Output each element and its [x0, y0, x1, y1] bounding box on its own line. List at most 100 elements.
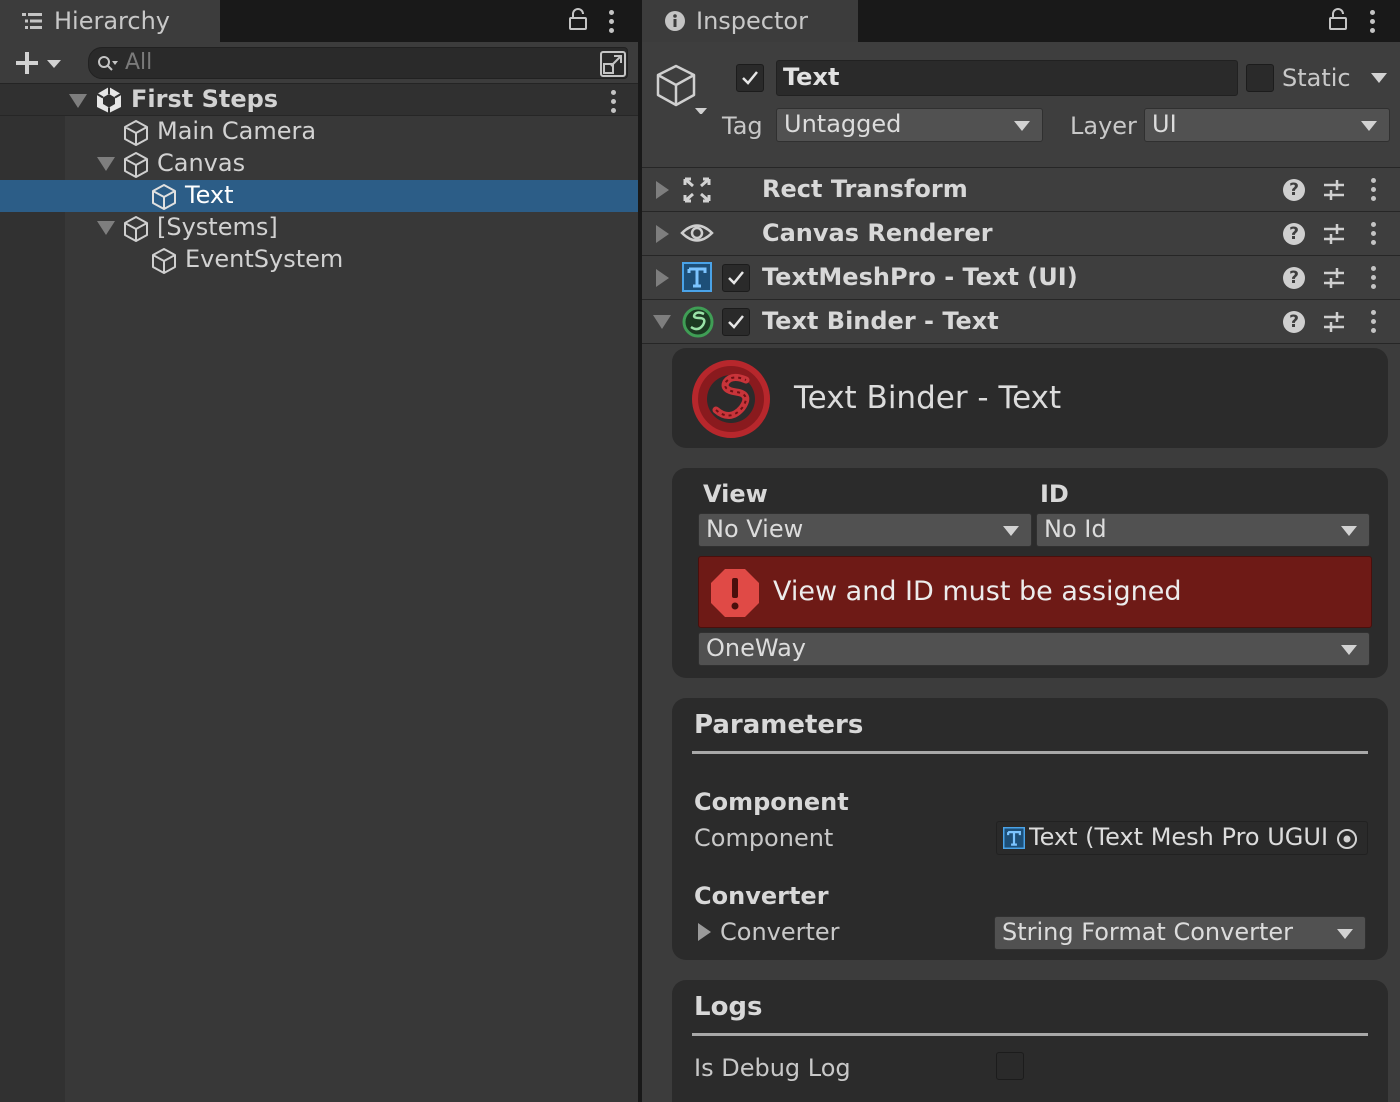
component-menu-icon[interactable]: [1371, 178, 1377, 205]
inspector-tab-label: Inspector: [696, 7, 808, 35]
expand-arrow-icon[interactable]: [97, 221, 115, 235]
tag-dropdown[interactable]: Untagged: [776, 108, 1043, 142]
scene-menu-icon[interactable]: [611, 90, 617, 117]
tree-item-eventsystem[interactable]: EventSystem: [0, 244, 638, 276]
layer-value: UI: [1152, 110, 1177, 138]
scene-name: First Steps: [131, 85, 279, 113]
preset-sliders-icon[interactable]: [1323, 178, 1345, 202]
tree-item-canvas[interactable]: Canvas: [0, 148, 638, 180]
converter-value: String Format Converter: [1002, 918, 1293, 946]
expand-arrow-icon[interactable]: [656, 181, 669, 199]
component-object-field[interactable]: Text (Text Mesh Pro UGUI): [996, 821, 1368, 855]
add-icon[interactable]: [14, 50, 64, 76]
gameobject-cube-icon[interactable]: [654, 62, 710, 114]
converter-dropdown[interactable]: String Format Converter: [994, 916, 1366, 950]
converter-field-label: Converter: [720, 918, 840, 946]
inspector-menu-icon[interactable]: [1370, 10, 1376, 37]
expand-arrow-icon[interactable]: [69, 94, 87, 108]
object-picker-icon[interactable]: [1335, 827, 1359, 851]
expand-arrow-icon[interactable]: [97, 157, 115, 171]
hierarchy-window: Hierarchy All First Steps Main Camera Ca…: [0, 0, 638, 1102]
gameobject-cube-icon: [152, 184, 176, 210]
debug-log-label: Is Debug Log: [694, 1054, 851, 1082]
checkmark-icon: [728, 271, 744, 285]
component-name: Text Binder - Text: [762, 307, 999, 335]
checkmark-icon: [742, 71, 758, 85]
eye-icon: [680, 224, 714, 242]
gameobject-cube-icon: [124, 152, 148, 178]
lock-icon[interactable]: [568, 8, 588, 30]
component-rect-transform[interactable]: Rect Transform ?: [642, 168, 1400, 212]
enabled-checkbox[interactable]: [722, 264, 750, 292]
gameobject-cube-icon: [124, 120, 148, 146]
hierarchy-menu-icon[interactable]: [609, 10, 615, 37]
id-value: No Id: [1044, 515, 1107, 543]
hierarchy-list-icon: [22, 13, 42, 29]
parameters-title: Parameters: [694, 710, 864, 740]
preset-sliders-icon[interactable]: [1323, 266, 1345, 290]
preset-sliders-icon[interactable]: [1323, 310, 1345, 334]
hierarchy-tab[interactable]: Hierarchy: [0, 0, 220, 42]
help-icon[interactable]: ?: [1283, 311, 1305, 333]
tree-item-label: Text: [185, 181, 234, 209]
binder-title: Text Binder - Text: [794, 380, 1062, 416]
error-message: View and ID must be assigned: [773, 576, 1182, 607]
gameobject-cube-icon: [124, 216, 148, 242]
search-placeholder: All: [125, 50, 153, 75]
active-checkbox[interactable]: [736, 64, 764, 92]
converter-header: Converter: [694, 882, 829, 910]
logs-panel: Logs Is Debug Log: [672, 980, 1388, 1102]
enabled-checkbox[interactable]: [722, 308, 750, 336]
hierarchy-search-field[interactable]: All: [88, 47, 628, 79]
view-label: View: [703, 480, 768, 508]
gameobject-cube-icon: [152, 248, 176, 274]
component-menu-icon[interactable]: [1371, 222, 1377, 249]
textmeshpro-icon: [682, 262, 712, 292]
expand-arrow-icon[interactable]: [656, 269, 669, 287]
component-menu-icon[interactable]: [1371, 266, 1377, 293]
view-dropdown[interactable]: No View: [698, 513, 1032, 547]
expand-arrow-icon[interactable]: [698, 923, 711, 941]
tag-value: Untagged: [784, 110, 902, 138]
inspector-tab[interactable]: Inspector: [642, 0, 858, 42]
logs-title: Logs: [694, 992, 763, 1022]
id-dropdown[interactable]: No Id: [1036, 513, 1370, 547]
scene-row[interactable]: First Steps: [0, 84, 638, 116]
object-name-value: Text: [783, 63, 840, 91]
tree-item-text[interactable]: Text: [0, 180, 638, 212]
scene-visibility-icon[interactable]: [598, 49, 628, 79]
preset-sliders-icon[interactable]: [1323, 222, 1345, 246]
layer-dropdown[interactable]: UI: [1144, 108, 1390, 142]
inspector-window: Inspector Text Static Tag Untagged Layer…: [642, 0, 1400, 1102]
lock-icon[interactable]: [1328, 8, 1348, 30]
help-icon[interactable]: ?: [1283, 179, 1305, 201]
tree-item-main-camera[interactable]: Main Camera: [0, 116, 638, 148]
help-icon[interactable]: ?: [1283, 267, 1305, 289]
expand-arrow-icon[interactable]: [656, 225, 669, 243]
component-canvas-renderer[interactable]: Canvas Renderer ?: [642, 212, 1400, 256]
component-header: Component: [694, 788, 849, 816]
binding-mode-dropdown[interactable]: OneWay: [698, 632, 1370, 666]
textmeshpro-icon: [1003, 827, 1025, 849]
chevron-down-icon: [1337, 929, 1353, 939]
tree-item-label: Main Camera: [157, 117, 317, 145]
object-name-field[interactable]: Text: [776, 60, 1238, 96]
tree-item-systems[interactable]: [Systems]: [0, 212, 638, 244]
binder-icon: [682, 306, 714, 338]
component-object-value: Text (Text Mesh Pro UGUI): [1029, 823, 1329, 851]
debug-log-checkbox[interactable]: [996, 1052, 1024, 1080]
static-checkbox[interactable]: [1246, 64, 1274, 92]
component-text-binder[interactable]: Text Binder - Text ?: [642, 300, 1400, 344]
help-icon[interactable]: ?: [1283, 223, 1305, 245]
component-name: TextMeshPro - Text (UI): [762, 263, 1078, 291]
chevron-down-icon[interactable]: [1370, 72, 1388, 84]
tree-item-label: [Systems]: [157, 213, 278, 241]
collapse-arrow-icon[interactable]: [653, 315, 671, 329]
search-icon: [98, 56, 118, 71]
layer-label: Layer: [1070, 112, 1137, 140]
tree-item-label: Canvas: [157, 149, 246, 177]
component-menu-icon[interactable]: [1371, 310, 1377, 337]
binder-logo-icon: [692, 360, 770, 438]
info-icon: [665, 11, 685, 31]
component-textmeshpro[interactable]: TextMeshPro - Text (UI) ?: [642, 256, 1400, 300]
